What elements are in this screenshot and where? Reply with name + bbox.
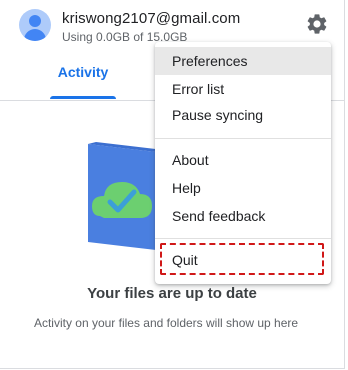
- account-email: kriswong2107@gmail.com: [62, 10, 241, 27]
- menu-item-label: Help: [172, 180, 201, 196]
- menu-item-label: Pause syncing: [172, 107, 264, 123]
- menu-divider: [155, 138, 331, 139]
- menu-item-about[interactable]: About: [155, 146, 331, 174]
- gear-icon[interactable]: [305, 12, 329, 36]
- avatar[interactable]: [19, 9, 51, 41]
- status-title: Your files are up to date: [87, 285, 257, 302]
- menu-item-pause-syncing[interactable]: Pause syncing: [155, 101, 331, 129]
- menu-item-send-feedback[interactable]: Send feedback: [155, 202, 331, 230]
- menu-item-label: Preferences: [172, 53, 248, 69]
- menu-item-label: Send feedback: [172, 208, 266, 224]
- menu-item-help[interactable]: Help: [155, 174, 331, 202]
- tab-activity-indicator: [50, 96, 116, 99]
- menu-item-label: About: [172, 152, 209, 168]
- menu-item-error-list[interactable]: Error list: [155, 75, 331, 103]
- status-note: Activity on your files and folders will …: [33, 316, 299, 330]
- avatar-body-shape: [24, 29, 46, 41]
- tab-activity[interactable]: Activity: [50, 64, 116, 80]
- menu-divider: [155, 238, 331, 239]
- menu-item-label: Error list: [172, 81, 225, 97]
- menu-item-preferences[interactable]: Preferences: [155, 47, 331, 75]
- avatar-head-shape: [29, 15, 41, 27]
- quit-highlight-outline: [160, 243, 324, 275]
